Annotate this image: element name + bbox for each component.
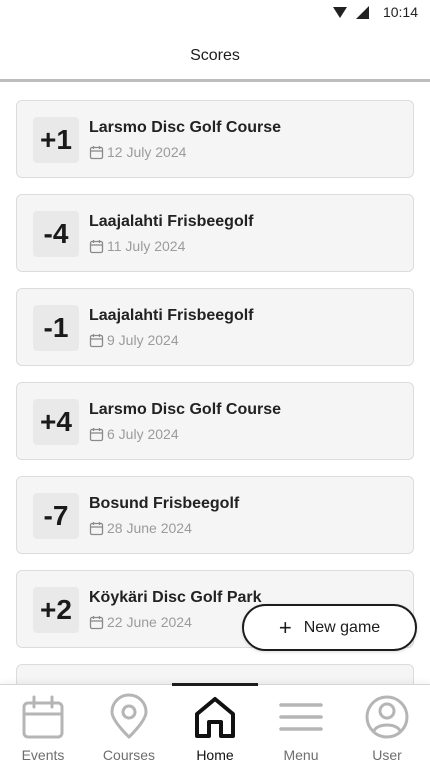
score-value: +1 (33, 117, 79, 163)
score-card[interactable]: -1 Laajalahti Frisbeegolf 9 July 2024 (16, 288, 414, 366)
nav-menu[interactable]: Menu (258, 685, 344, 774)
date-row: 22 June 2024 (89, 614, 192, 630)
app-header: Scores (0, 24, 430, 82)
calendar-icon (89, 333, 104, 347)
new-game-label: New game (303, 618, 381, 636)
calendar-icon (89, 521, 104, 535)
calendar-icon (89, 427, 104, 441)
course-name: Larsmo Disc Golf Course (89, 401, 282, 418)
score-card[interactable] (16, 664, 414, 685)
nav-label: Courses (102, 747, 156, 763)
nav-home[interactable]: Home (172, 685, 258, 774)
date-row: 11 July 2024 (89, 238, 185, 254)
course-name: Larsmo Disc Golf Course (89, 119, 282, 136)
calendar-icon (89, 239, 104, 253)
bottom-nav: Events Courses Home Menu User (0, 683, 430, 774)
nav-events[interactable]: Events (0, 685, 86, 774)
score-value: -7 (33, 493, 79, 539)
map-pin-icon (110, 693, 148, 739)
nav-courses[interactable]: Courses (86, 685, 172, 774)
score-value: -1 (33, 305, 79, 351)
calendar-icon (89, 615, 104, 629)
nav-label: Home (196, 747, 234, 763)
game-date: 28 June 2024 (107, 520, 192, 536)
game-date: 11 July 2024 (107, 238, 186, 254)
date-row: 9 July 2024 (89, 332, 179, 348)
status-bar: 10:14 (0, 0, 430, 24)
game-date: 6 July 2024 (107, 426, 179, 442)
score-card[interactable]: -4 Laajalahti Frisbeegolf 11 July 2024 (16, 194, 414, 272)
course-name: Laajalahti Frisbeegolf (89, 307, 254, 324)
wifi-icon (333, 7, 347, 18)
plus-icon: + (278, 614, 292, 640)
calendar-icon (22, 695, 64, 739)
course-name: Bosund Frisbeegolf (89, 495, 240, 512)
course-name: Laajalahti Frisbeegolf (89, 213, 254, 230)
nav-user[interactable]: User (344, 685, 430, 774)
score-list[interactable]: +1 Larsmo Disc Golf Course 12 July 2024 … (0, 85, 430, 685)
game-date: 9 July 2024 (107, 332, 179, 348)
page-title: Scores (190, 47, 240, 64)
game-date: 22 June 2024 (107, 614, 192, 630)
home-icon (195, 697, 235, 738)
score-value: +2 (33, 587, 79, 633)
user-icon (365, 695, 409, 739)
menu-icon (279, 703, 323, 731)
nav-label: User (372, 747, 402, 763)
score-card[interactable]: +1 Larsmo Disc Golf Course 12 July 2024 (16, 100, 414, 178)
status-time: 10:14 (382, 4, 418, 20)
date-row: 6 July 2024 (89, 426, 179, 442)
course-name: Köykäri Disc Golf Park (89, 589, 262, 606)
score-value: -4 (33, 211, 79, 257)
score-value: +4 (33, 399, 79, 445)
date-row: 28 June 2024 (89, 520, 192, 536)
nav-label: Events (21, 747, 65, 763)
calendar-icon (89, 145, 104, 159)
score-card[interactable]: -7 Bosund Frisbeegolf 28 June 2024 (16, 476, 414, 554)
nav-label: Menu (283, 747, 319, 763)
signal-icon (356, 6, 369, 19)
new-game-button[interactable]: + New game (242, 604, 417, 651)
score-card[interactable]: +4 Larsmo Disc Golf Course 6 July 2024 (16, 382, 414, 460)
game-date: 12 July 2024 (107, 144, 187, 160)
date-row: 12 July 2024 (89, 144, 186, 160)
